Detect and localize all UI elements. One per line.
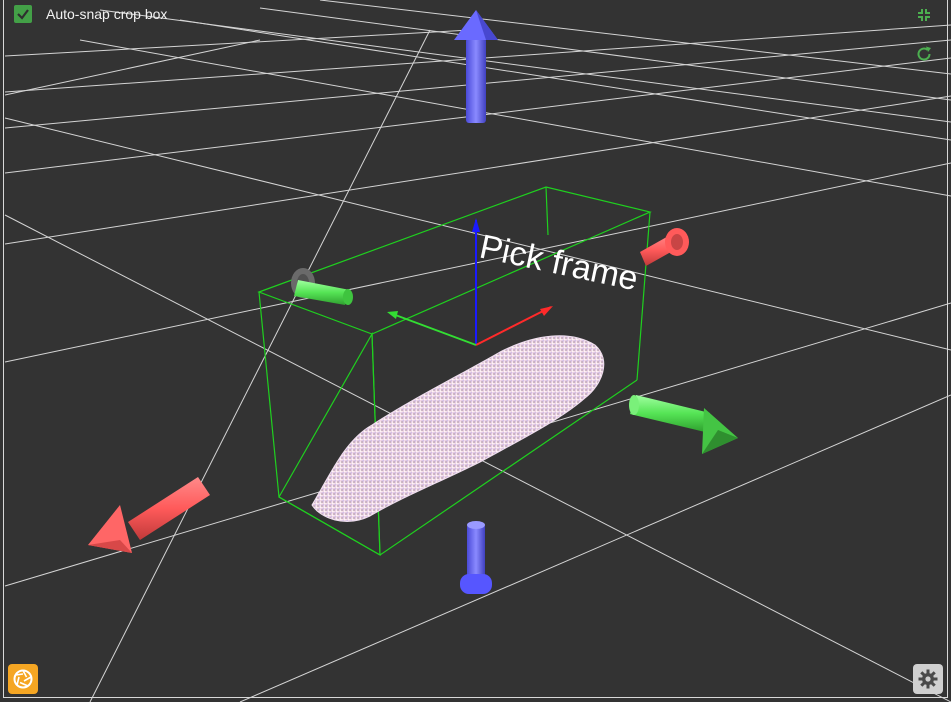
collapse-button[interactable] — [913, 4, 935, 26]
reset-view-button[interactable] — [913, 43, 935, 65]
auto-snap-label: Auto-snap crop box — [46, 6, 168, 22]
move-left-handle[interactable] — [88, 477, 210, 553]
collapse-icon — [918, 9, 930, 21]
pick-frame-label: Pick frame — [476, 228, 641, 299]
check-icon — [17, 9, 29, 20]
refresh-icon — [917, 46, 931, 61]
3d-viewport[interactable]: Pick frame Auto-snap crop box — [0, 0, 951, 702]
scene-canvas[interactable]: Pick frame — [0, 0, 951, 702]
move-up-handle[interactable] — [454, 10, 498, 123]
auto-snap-checkbox[interactable] — [14, 5, 32, 23]
gear-icon — [918, 669, 938, 689]
settings-button[interactable] — [913, 664, 943, 694]
aperture-icon — [13, 669, 33, 689]
move-forward-handle[interactable] — [629, 395, 738, 454]
move-down-handle[interactable] — [460, 521, 492, 594]
snapshot-button[interactable] — [8, 664, 38, 694]
